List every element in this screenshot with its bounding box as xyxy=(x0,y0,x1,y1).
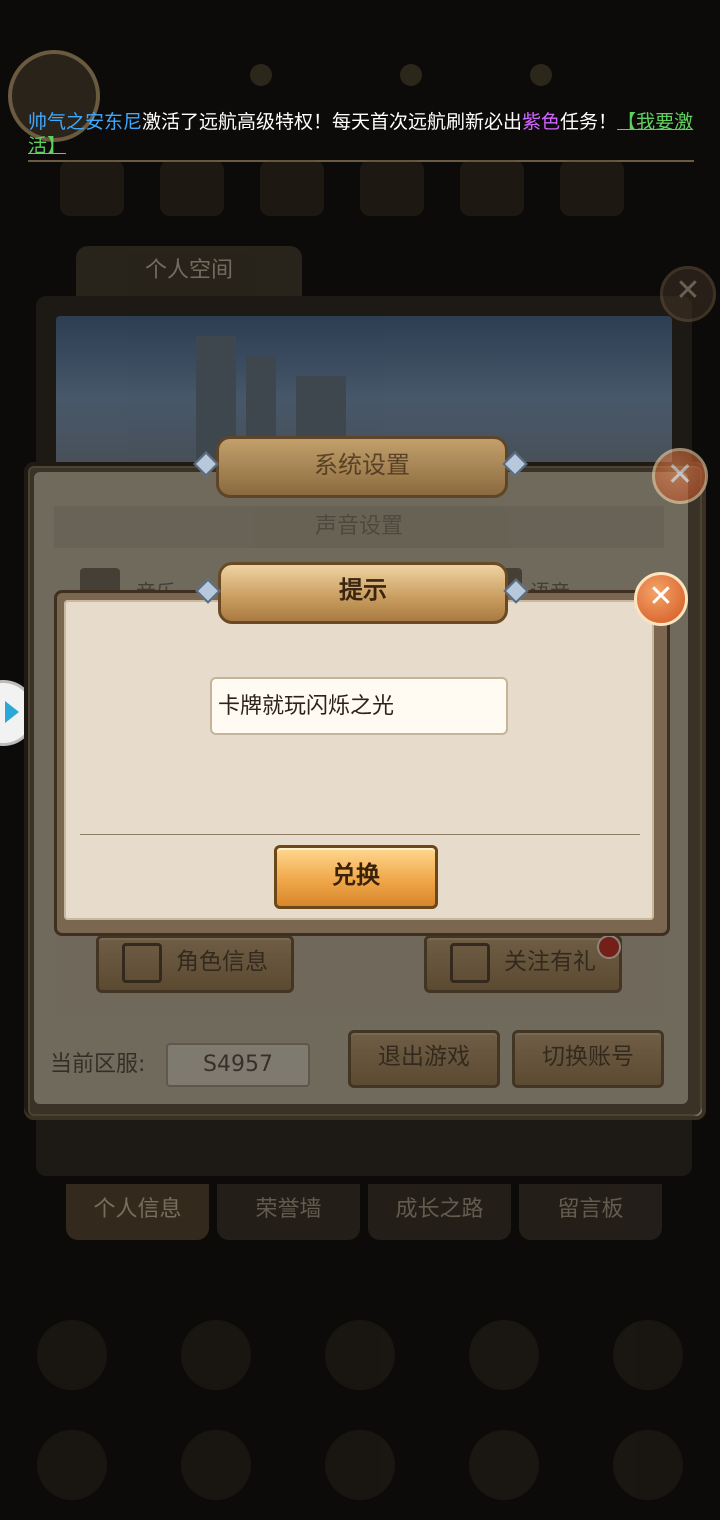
activity-icon xyxy=(60,160,124,216)
prompt-divider xyxy=(80,834,640,835)
bottom-navigation xyxy=(0,1300,720,1520)
redeem-button[interactable]: 兑换 xyxy=(274,845,438,909)
nav-icon xyxy=(469,1320,539,1390)
settings-title-text: 系统设置 xyxy=(314,451,410,479)
settings-close-icon[interactable]: ✕ xyxy=(652,448,708,504)
nav-icon xyxy=(37,1320,107,1390)
nav-icon xyxy=(613,1320,683,1390)
profile-bottom-tabs: 个人信息 荣誉墙 成长之路 留言板 xyxy=(66,1184,662,1240)
nav-icon xyxy=(469,1430,539,1500)
prompt-close-icon[interactable]: ✕ xyxy=(634,572,688,626)
settings-title: 系统设置 xyxy=(216,436,508,498)
redeem-code-input[interactable]: 卡牌就玩闪烁之光 xyxy=(210,677,508,735)
announcement-marquee: 帅气之安东尼激活了远航高级特权！每天首次远航刷新必出紫色任务！【我要激活】 xyxy=(28,110,694,162)
tab-honor-wall: 荣誉墙 xyxy=(217,1184,360,1240)
nav-icon xyxy=(181,1320,251,1390)
marquee-text-2: 任务！ xyxy=(560,111,618,133)
stat-time xyxy=(400,62,422,88)
profile-close-icon: ✕ xyxy=(660,266,716,322)
activity-icon xyxy=(560,160,624,216)
marquee-player-name: 帅气之安东尼 xyxy=(28,111,143,133)
marquee-highlight: 紫色 xyxy=(522,111,561,133)
profile-tab: 个人空间 xyxy=(76,246,302,296)
prompt-title: 提示 xyxy=(218,562,508,624)
activity-icon xyxy=(260,160,324,216)
nav-icon xyxy=(325,1320,395,1390)
tab-message-board: 留言板 xyxy=(519,1184,662,1240)
stat-power xyxy=(250,62,272,88)
activity-icon xyxy=(160,160,224,216)
marquee-text: 激活了远航高级特权！每天首次远航刷新必出 xyxy=(142,111,523,133)
activity-icon xyxy=(460,160,524,216)
stat-gems xyxy=(530,62,552,88)
nav-icon xyxy=(181,1430,251,1500)
tab-personal-info: 个人信息 xyxy=(66,1184,209,1240)
nav-icon xyxy=(613,1430,683,1500)
tab-growth-path: 成长之路 xyxy=(368,1184,511,1240)
nav-icon xyxy=(37,1430,107,1500)
activity-icon xyxy=(360,160,424,216)
nav-icon xyxy=(325,1430,395,1500)
activity-icon-row xyxy=(60,160,660,240)
